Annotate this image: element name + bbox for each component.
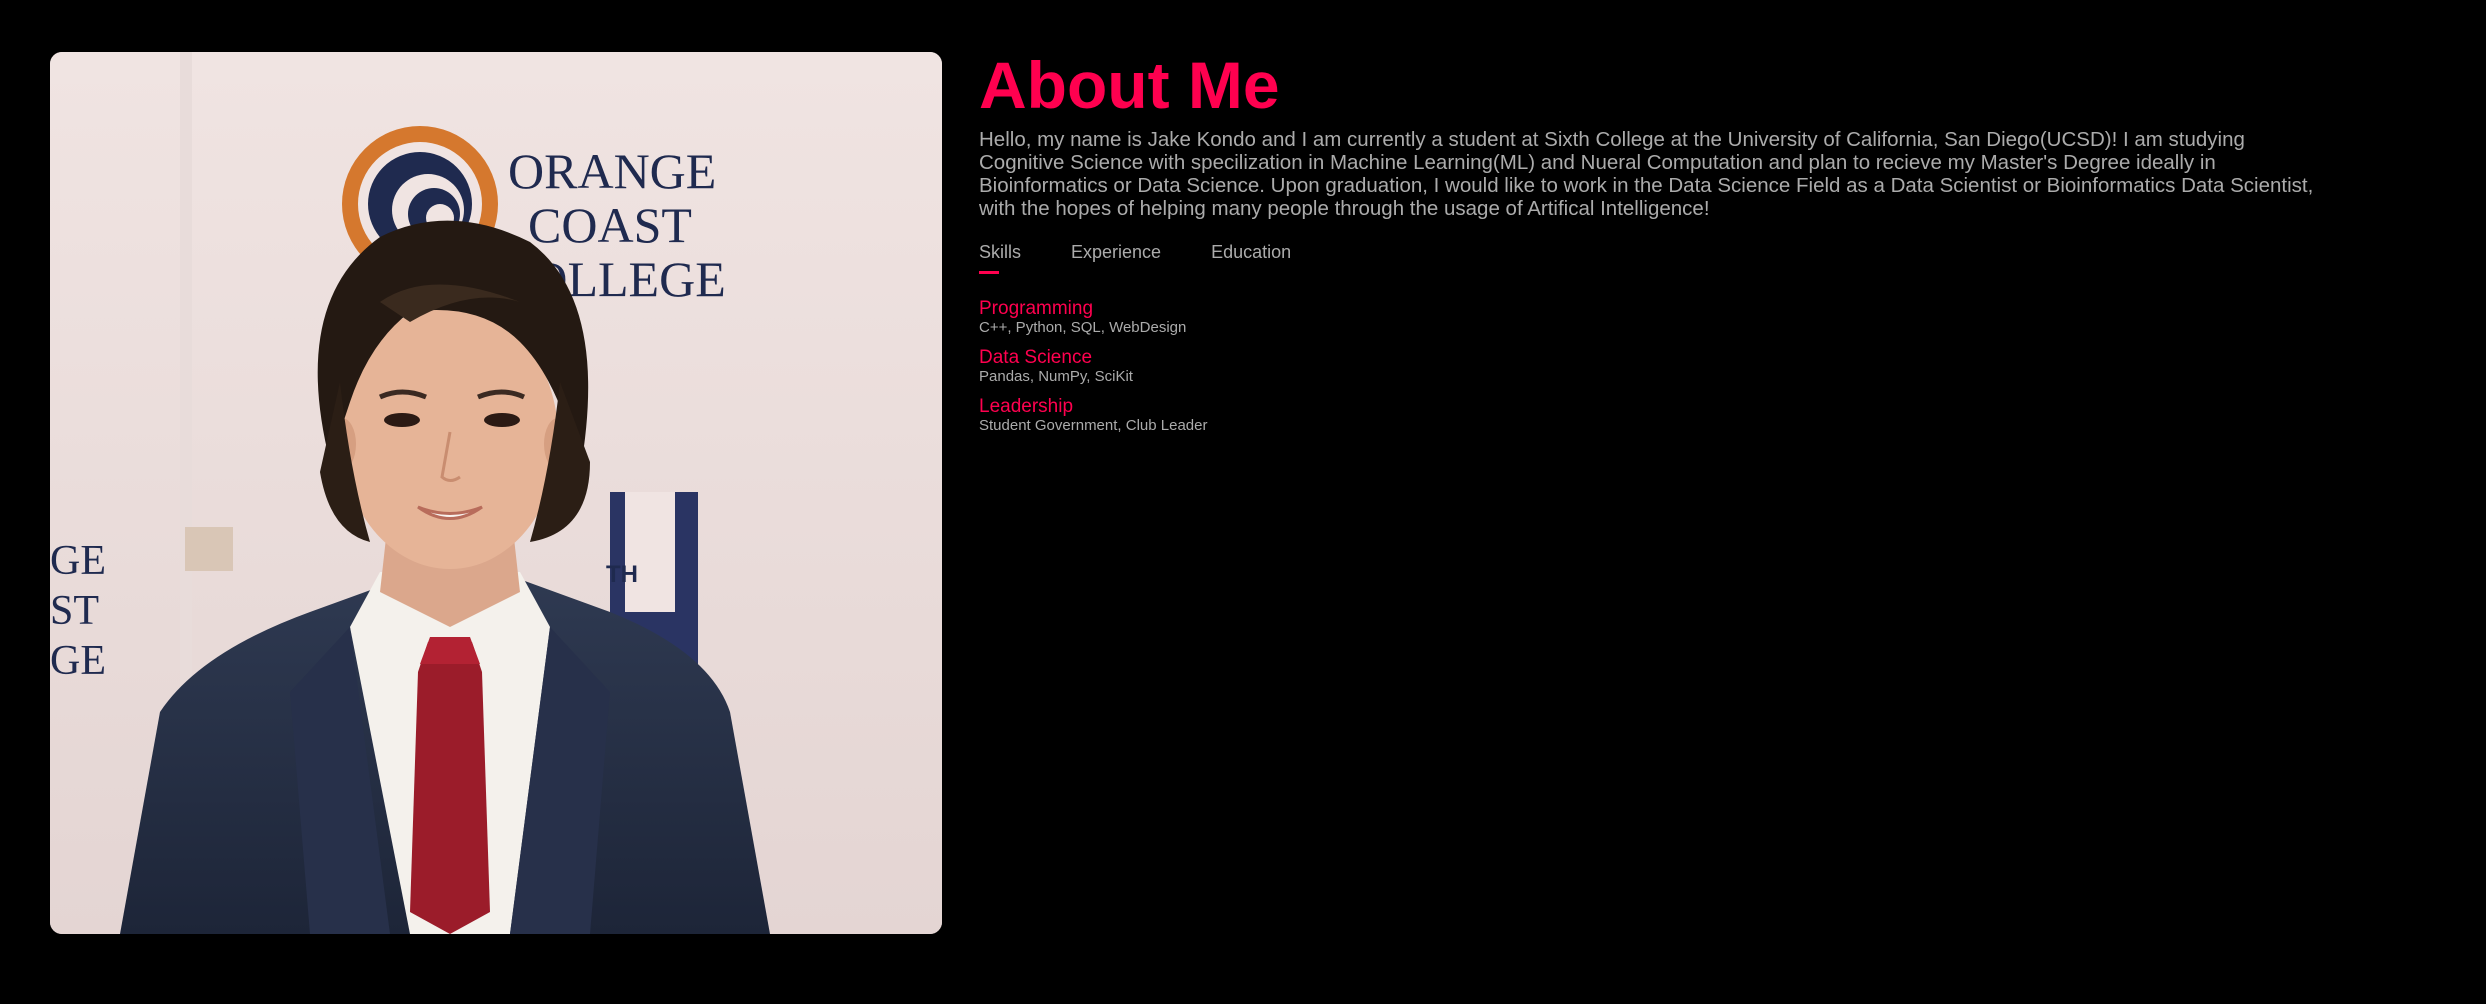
skill-item-leadership: Leadership Student Government, Club Lead… [979, 396, 2319, 435]
profile-photo: ORANGE COAST COLLEGE GE ST GE TH [50, 52, 942, 934]
profile-photo-illustration: ORANGE COAST COLLEGE GE ST GE TH [50, 52, 942, 934]
skill-name: Data Science [979, 347, 1093, 368]
skill-detail: Student Government, Club Leader [979, 417, 1208, 434]
about-section: About Me Hello, my name is Jake Kondo an… [979, 48, 2319, 445]
skills-list: Programming C++, Python, SQL, WebDesign … [979, 298, 2319, 435]
side-text-3: GE [50, 638, 106, 684]
backdrop-text-2: COAST [528, 197, 692, 253]
side-text-2: ST [50, 588, 99, 634]
skill-name: Programming [979, 298, 1094, 319]
skill-name: Leadership [979, 396, 1074, 417]
about-intro: Hello, my name is Jake Kondo and I am cu… [979, 128, 2314, 220]
anniversary-text: TH [606, 561, 638, 588]
backdrop-text-1: ORANGE [508, 143, 716, 199]
tab-experience[interactable]: Experience [1071, 240, 1161, 274]
side-text-1: GE [50, 538, 106, 584]
skill-item-programming: Programming C++, Python, SQL, WebDesign [979, 298, 2319, 337]
about-title: About Me [979, 48, 1280, 122]
tab-education[interactable]: Education [1211, 240, 1291, 274]
tab-skills[interactable]: Skills [979, 240, 1021, 274]
about-tabs: Skills Experience Education [979, 240, 2319, 274]
skill-detail: C++, Python, SQL, WebDesign [979, 319, 1187, 336]
skill-item-data-science: Data Science Pandas, NumPy, SciKit [979, 347, 2319, 386]
skill-detail: Pandas, NumPy, SciKit [979, 368, 1133, 385]
